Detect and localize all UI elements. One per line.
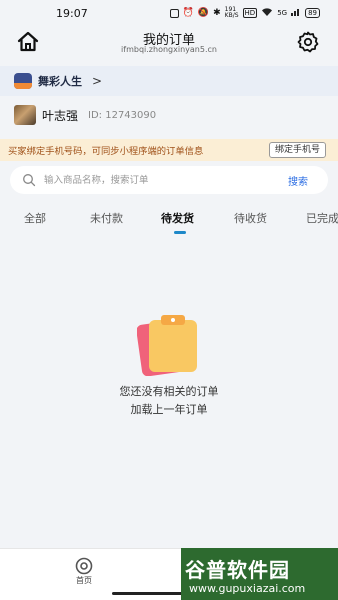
home-nav-icon[interactable] <box>74 556 94 576</box>
signal-icon <box>291 7 301 19</box>
tab-completed[interactable]: 已完成 <box>306 210 338 226</box>
order-tabs: 全部 未付款 待发货 待收货 已完成 <box>0 206 338 236</box>
page-subtitle: ifmbqi.zhongxinyan5.cn <box>121 45 217 54</box>
search-icon <box>23 174 36 187</box>
bind-phone-notice: 买家绑定手机号码，可同步小程序端的订单信息 绑定手机号 <box>0 139 338 161</box>
empty-message: 您还没有相关的订单 <box>119 385 219 398</box>
shop-name: 舞彩人生 <box>38 75 82 88</box>
bind-phone-button[interactable]: 绑定手机号 <box>268 142 326 158</box>
tab-to-ship[interactable]: 待发货 <box>161 210 194 226</box>
alarm-icon: ⏰ <box>182 8 194 18</box>
status-icons: ⏰ 🔕 ✱ 191 KB/S HD 5G 89 <box>169 6 320 20</box>
empty-clipboard-icon <box>137 315 197 376</box>
bluetooth-icon: ✱ <box>213 8 221 18</box>
hd-icon: HD <box>242 8 258 18</box>
tab-to-receive[interactable]: 待收货 <box>234 210 267 226</box>
wifi-icon <box>261 7 273 20</box>
search-button[interactable]: 搜索 <box>288 173 308 188</box>
chevron-right-icon: > <box>92 74 103 88</box>
search-input[interactable] <box>44 172 264 188</box>
header: 我的订单 ifmbqi.zhongxinyan5.cn <box>0 26 338 62</box>
tab-unpaid[interactable]: 未付款 <box>90 210 123 226</box>
search-bar: 搜索 <box>10 166 328 194</box>
active-tab-indicator <box>174 231 186 234</box>
battery-icon: 89 <box>305 8 320 18</box>
signal-label: 5G <box>277 9 288 17</box>
network-speed: 191 KB/S <box>224 6 239 19</box>
status-bar: 19:07 ⏰ 🔕 ✱ 191 KB/S HD 5G 89 <box>0 0 338 26</box>
tab-all[interactable]: 全部 <box>24 210 46 226</box>
avatar <box>14 105 36 125</box>
user-info: 叶志强 ID: 12743090 <box>0 98 338 132</box>
notice-text: 买家绑定手机号码，可同步小程序端的订单信息 <box>8 146 204 157</box>
user-name: 叶志强 <box>42 108 79 123</box>
settings-button[interactable] <box>296 30 320 54</box>
watermark-url: www.gupuxiazai.com <box>189 582 306 595</box>
mute-icon: 🔕 <box>197 8 210 18</box>
watermark: 谷普软件园 www.gupuxiazai.com <box>181 548 338 600</box>
nav-home-label[interactable]: 首页 <box>70 575 98 586</box>
nfc-icon <box>169 8 179 18</box>
load-previous-year-link[interactable]: 加载上一年订单 <box>0 401 338 417</box>
gear-icon <box>297 31 319 53</box>
watermark-logo: 谷普软件园 <box>185 558 290 582</box>
user-id: ID: 12743090 <box>88 109 157 121</box>
shop-icon <box>14 73 32 89</box>
shop-selector[interactable]: 舞彩人生 > <box>0 66 338 96</box>
status-time: 19:07 <box>56 6 88 20</box>
